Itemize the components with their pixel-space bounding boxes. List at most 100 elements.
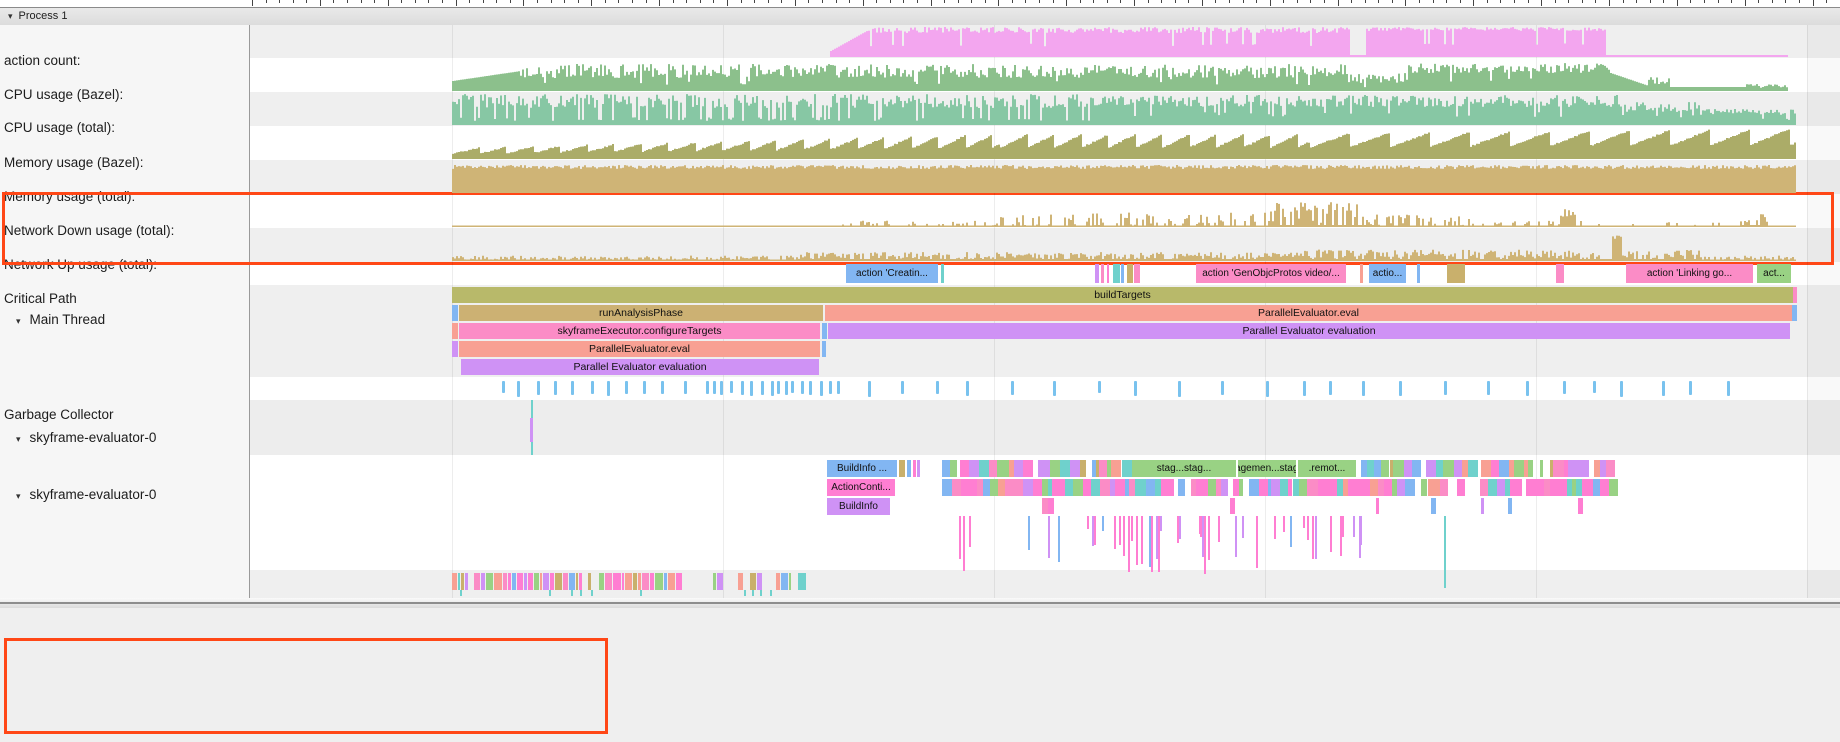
trace-slice[interactable]: [1091, 479, 1100, 496]
gc-tick[interactable]: [1689, 381, 1692, 395]
trace-slice[interactable]: [1111, 460, 1122, 477]
trace-slice[interactable]: skyframeExecutor.configureTargets: [459, 323, 820, 339]
trace-slice[interactable]: [1433, 479, 1440, 496]
gc-tick[interactable]: [741, 381, 744, 395]
trace-slice[interactable]: [642, 573, 649, 590]
trace-slice[interactable]: [1443, 460, 1454, 477]
trace-slice[interactable]: [1480, 479, 1488, 496]
trace-slice[interactable]: [508, 573, 511, 590]
trace-slice[interactable]: [605, 573, 612, 590]
trace-slice[interactable]: [1582, 479, 1593, 496]
trace-slice[interactable]: [1136, 516, 1138, 565]
trace-slice[interactable]: [1055, 479, 1064, 496]
gc-tick[interactable]: [730, 381, 733, 393]
gc-tick[interactable]: [1620, 381, 1623, 397]
trace-slice[interactable]: action 'Linking go...: [1626, 264, 1753, 283]
trace-slice[interactable]: [1426, 460, 1436, 477]
trace-slice[interactable]: [1239, 479, 1243, 496]
trace-slice[interactable]: [1119, 516, 1121, 545]
trace-slice[interactable]: [1204, 516, 1206, 559]
trace-slice[interactable]: [1115, 479, 1126, 496]
trace-slice[interactable]: [1529, 479, 1537, 496]
trace-slice[interactable]: [1307, 516, 1309, 540]
gc-tick[interactable]: [1444, 381, 1447, 395]
trace-slice[interactable]: [1208, 479, 1215, 496]
trace-slice[interactable]: [757, 573, 762, 590]
trace-slice[interactable]: [1440, 479, 1448, 496]
trace-slice[interactable]: [1221, 479, 1227, 496]
trace-slice[interactable]: [625, 573, 632, 590]
track-label-critical-path[interactable]: Critical Path: [4, 291, 77, 306]
trace-slice[interactable]: [1283, 516, 1285, 532]
trace-slice[interactable]: [1100, 479, 1110, 496]
trace-slice[interactable]: BuildInfo ...: [827, 460, 897, 477]
trace-slice[interactable]: [1128, 516, 1130, 572]
trace-slice[interactable]: [1370, 479, 1378, 496]
gc-tick[interactable]: [502, 381, 505, 393]
chevron-down-icon[interactable]: ▾: [16, 434, 21, 444]
trace-slice[interactable]: [452, 305, 458, 321]
trace-slice[interactable]: [474, 573, 480, 590]
trace-slice[interactable]: [1158, 516, 1160, 572]
trace-slice[interactable]: [1038, 460, 1050, 477]
trace-slice[interactable]: [1488, 479, 1497, 496]
trace-slice[interactable]: [465, 573, 468, 590]
trace-slice[interactable]: [638, 573, 641, 590]
trace-slice[interactable]: [1099, 460, 1107, 477]
gc-tick[interactable]: [643, 381, 646, 394]
trace-slice[interactable]: stagemen...stag...: [1238, 460, 1296, 477]
gc-tick[interactable]: [868, 381, 871, 397]
trace-slice[interactable]: ParallelEvaluator.eval: [459, 341, 820, 357]
trace-slice[interactable]: Parallel Evaluator evaluation: [828, 323, 1790, 339]
gc-tick[interactable]: [1727, 381, 1730, 396]
panel-drag-handle[interactable]: [0, 598, 1840, 608]
trace-slice[interactable]: [1514, 479, 1523, 496]
trace-slice[interactable]: runAnalysisPhase: [459, 305, 823, 321]
trace-slice[interactable]: [997, 460, 1004, 477]
trace-slice[interactable]: [950, 460, 957, 477]
trace-slice[interactable]: [798, 573, 806, 590]
trace-slice[interactable]: [481, 573, 485, 590]
gc-tick[interactable]: [777, 381, 780, 394]
track-label-mem-total[interactable]: Memory usage (total):: [4, 189, 135, 204]
trace-slice[interactable]: Parallel Evaluator evaluation: [461, 359, 819, 375]
trace-slice[interactable]: [781, 573, 788, 590]
trace-slice[interactable]: [1412, 460, 1421, 477]
trace-slice[interactable]: [1303, 516, 1305, 528]
trace-slice[interactable]: [1481, 460, 1491, 477]
trace-slice[interactable]: [713, 573, 716, 590]
trace-slice[interactable]: [458, 573, 460, 590]
trace-slice[interactable]: action 'GenObjcProtos video/...: [1196, 264, 1346, 283]
gc-tick[interactable]: [1011, 381, 1014, 395]
trace-slice[interactable]: [668, 573, 675, 590]
gc-tick[interactable]: [1362, 381, 1365, 396]
track-label-skyframe-evaluator-0b[interactable]: ▾skyframe-evaluator-0: [4, 487, 156, 502]
trace-slice[interactable]: [1135, 479, 1146, 496]
trace-slice[interactable]: [1016, 479, 1023, 496]
track-label-cpu-total[interactable]: CPU usage (total):: [4, 120, 115, 135]
trace-slice[interactable]: [1792, 305, 1797, 321]
trace-slice[interactable]: [655, 573, 663, 590]
gc-tick[interactable]: [837, 381, 840, 394]
trace-slice[interactable]: [1141, 516, 1143, 564]
trace-slice[interactable]: [1559, 479, 1567, 496]
trace-slice[interactable]: [717, 573, 723, 590]
trace-slice[interactable]: [640, 590, 642, 596]
trace-slice[interactable]: [1540, 460, 1544, 477]
gc-tick[interactable]: [1178, 381, 1181, 397]
trace-slice[interactable]: [913, 460, 916, 477]
trace-slice[interactable]: [1431, 498, 1435, 514]
track-label-net-down[interactable]: Network Down usage (total):: [4, 223, 174, 238]
trace-slice[interactable]: [555, 573, 562, 590]
trace-slice[interactable]: BuildInfo: [827, 498, 890, 515]
gc-tick[interactable]: [607, 381, 610, 396]
trace-slice[interactable]: [1127, 264, 1133, 283]
trace-slice[interactable]: [588, 573, 591, 590]
trace-slice[interactable]: [1060, 460, 1070, 477]
trace-slice[interactable]: [1609, 479, 1618, 496]
trace-slice[interactable]: [524, 573, 527, 590]
trace-slice[interactable]: action 'Creatin...: [846, 264, 938, 283]
trace-slice[interactable]: [738, 573, 743, 590]
trace-slice[interactable]: [942, 479, 952, 496]
trace-slice[interactable]: [1280, 479, 1288, 496]
